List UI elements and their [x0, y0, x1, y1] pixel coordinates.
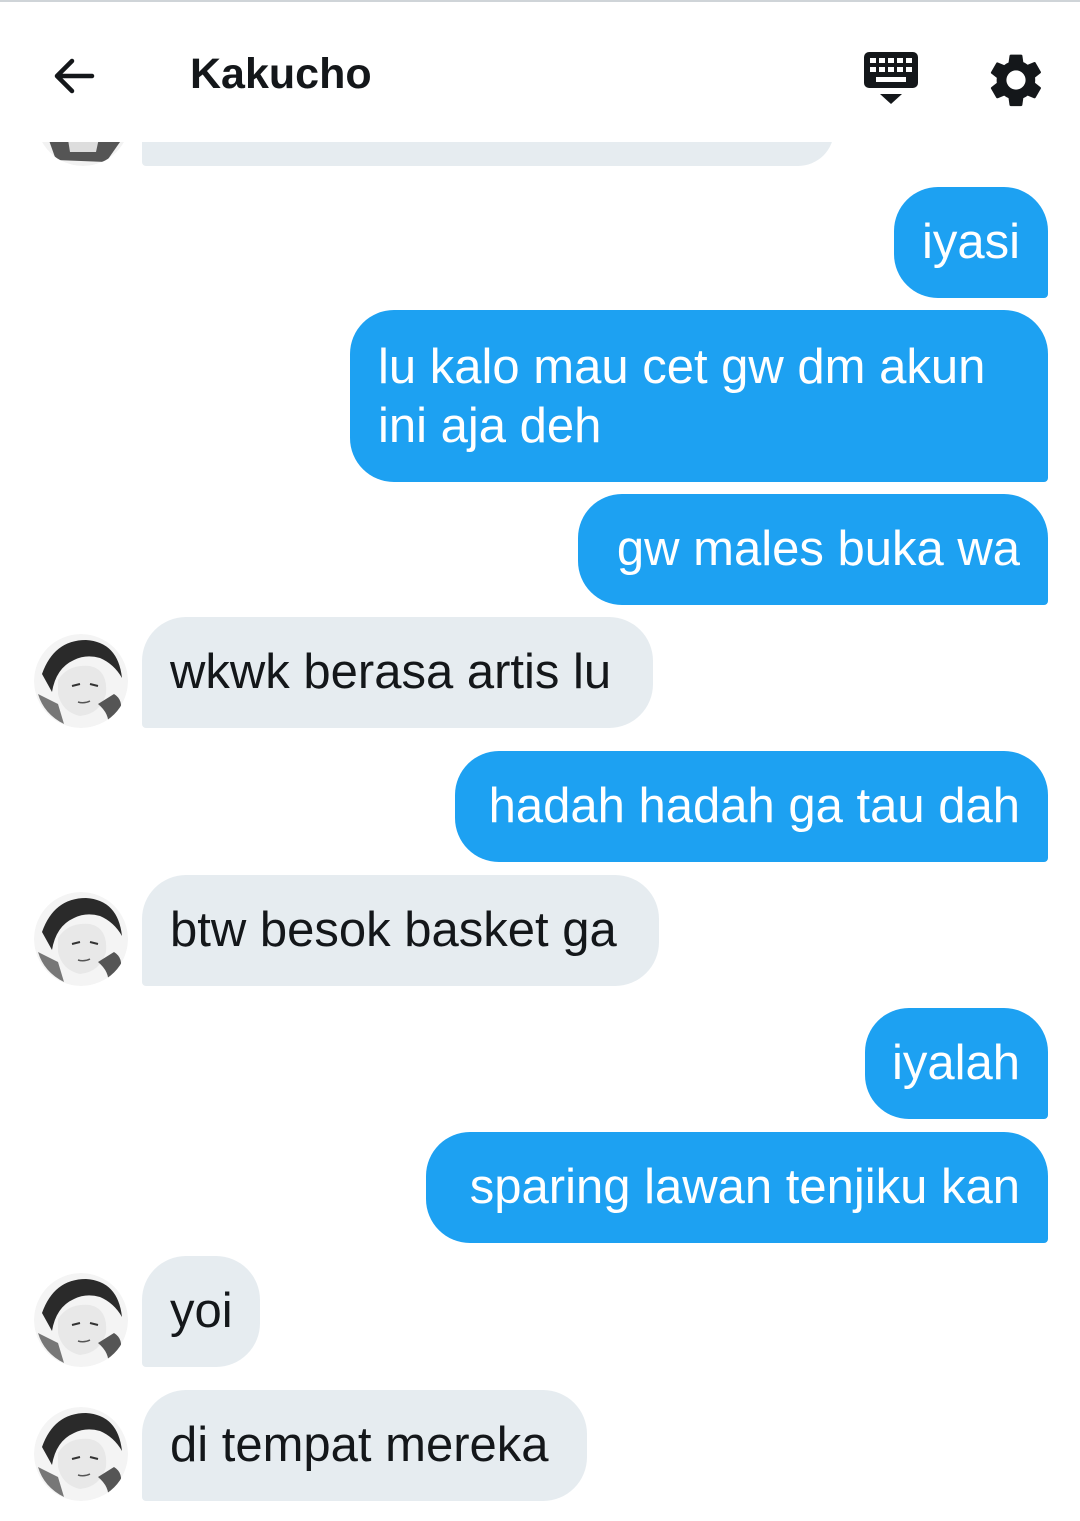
- conversation-title: Kakucho: [190, 50, 372, 98]
- outgoing-message[interactable]: iyalah: [865, 1008, 1048, 1119]
- outgoing-message[interactable]: hadah hadah ga tau dah: [455, 751, 1048, 862]
- avatar[interactable]: [34, 1273, 128, 1367]
- keyboard-toggle-button[interactable]: [856, 46, 926, 110]
- conversation-header: Kakucho: [0, 2, 1080, 142]
- message-text: gw males buka wa: [616, 522, 1020, 576]
- message-list[interactable]: iyasi lu kalo mau cet gw dm akun ini aja…: [0, 0, 1080, 1521]
- message-text: wkwk berasa artis lu: [170, 645, 612, 699]
- incoming-message[interactable]: btw besok basket ga: [142, 875, 659, 986]
- incoming-message[interactable]: wkwk berasa artis lu: [142, 617, 653, 728]
- message-text: yoi: [170, 1284, 233, 1338]
- outgoing-message[interactable]: gw males buka wa: [578, 494, 1048, 605]
- message-text: iyalah: [891, 1036, 1020, 1090]
- avatar-image: [34, 892, 128, 986]
- avatar[interactable]: [34, 634, 128, 728]
- outgoing-message[interactable]: iyasi: [894, 187, 1048, 298]
- avatar[interactable]: [34, 1407, 128, 1501]
- message-text: iyasi: [921, 215, 1020, 269]
- message-text: sparing lawan tenjiku kan: [469, 1160, 1020, 1214]
- message-text: hadah hadah ga tau dah: [488, 779, 1020, 833]
- incoming-message[interactable]: di tempat mereka: [142, 1390, 587, 1501]
- message-text: di tempat mereka: [170, 1418, 549, 1472]
- outgoing-message[interactable]: lu kalo mau cet gw dm akun ini aja deh: [350, 310, 1048, 482]
- back-button[interactable]: [40, 42, 108, 110]
- avatar[interactable]: [34, 892, 128, 986]
- avatar-image: [34, 1407, 128, 1501]
- keyboard-icon: [864, 52, 918, 104]
- avatar-image: [34, 634, 128, 728]
- incoming-message[interactable]: yoi: [142, 1256, 260, 1367]
- gear-icon: [990, 54, 1041, 107]
- arrow-left-icon: [54, 58, 95, 94]
- settings-button[interactable]: [984, 48, 1048, 112]
- outgoing-message[interactable]: sparing lawan tenjiku kan: [426, 1132, 1048, 1243]
- message-text: btw besok basket ga: [170, 903, 617, 957]
- message-text: lu kalo mau cet gw dm akun ini aja deh: [378, 340, 986, 453]
- avatar-image: [34, 1273, 128, 1367]
